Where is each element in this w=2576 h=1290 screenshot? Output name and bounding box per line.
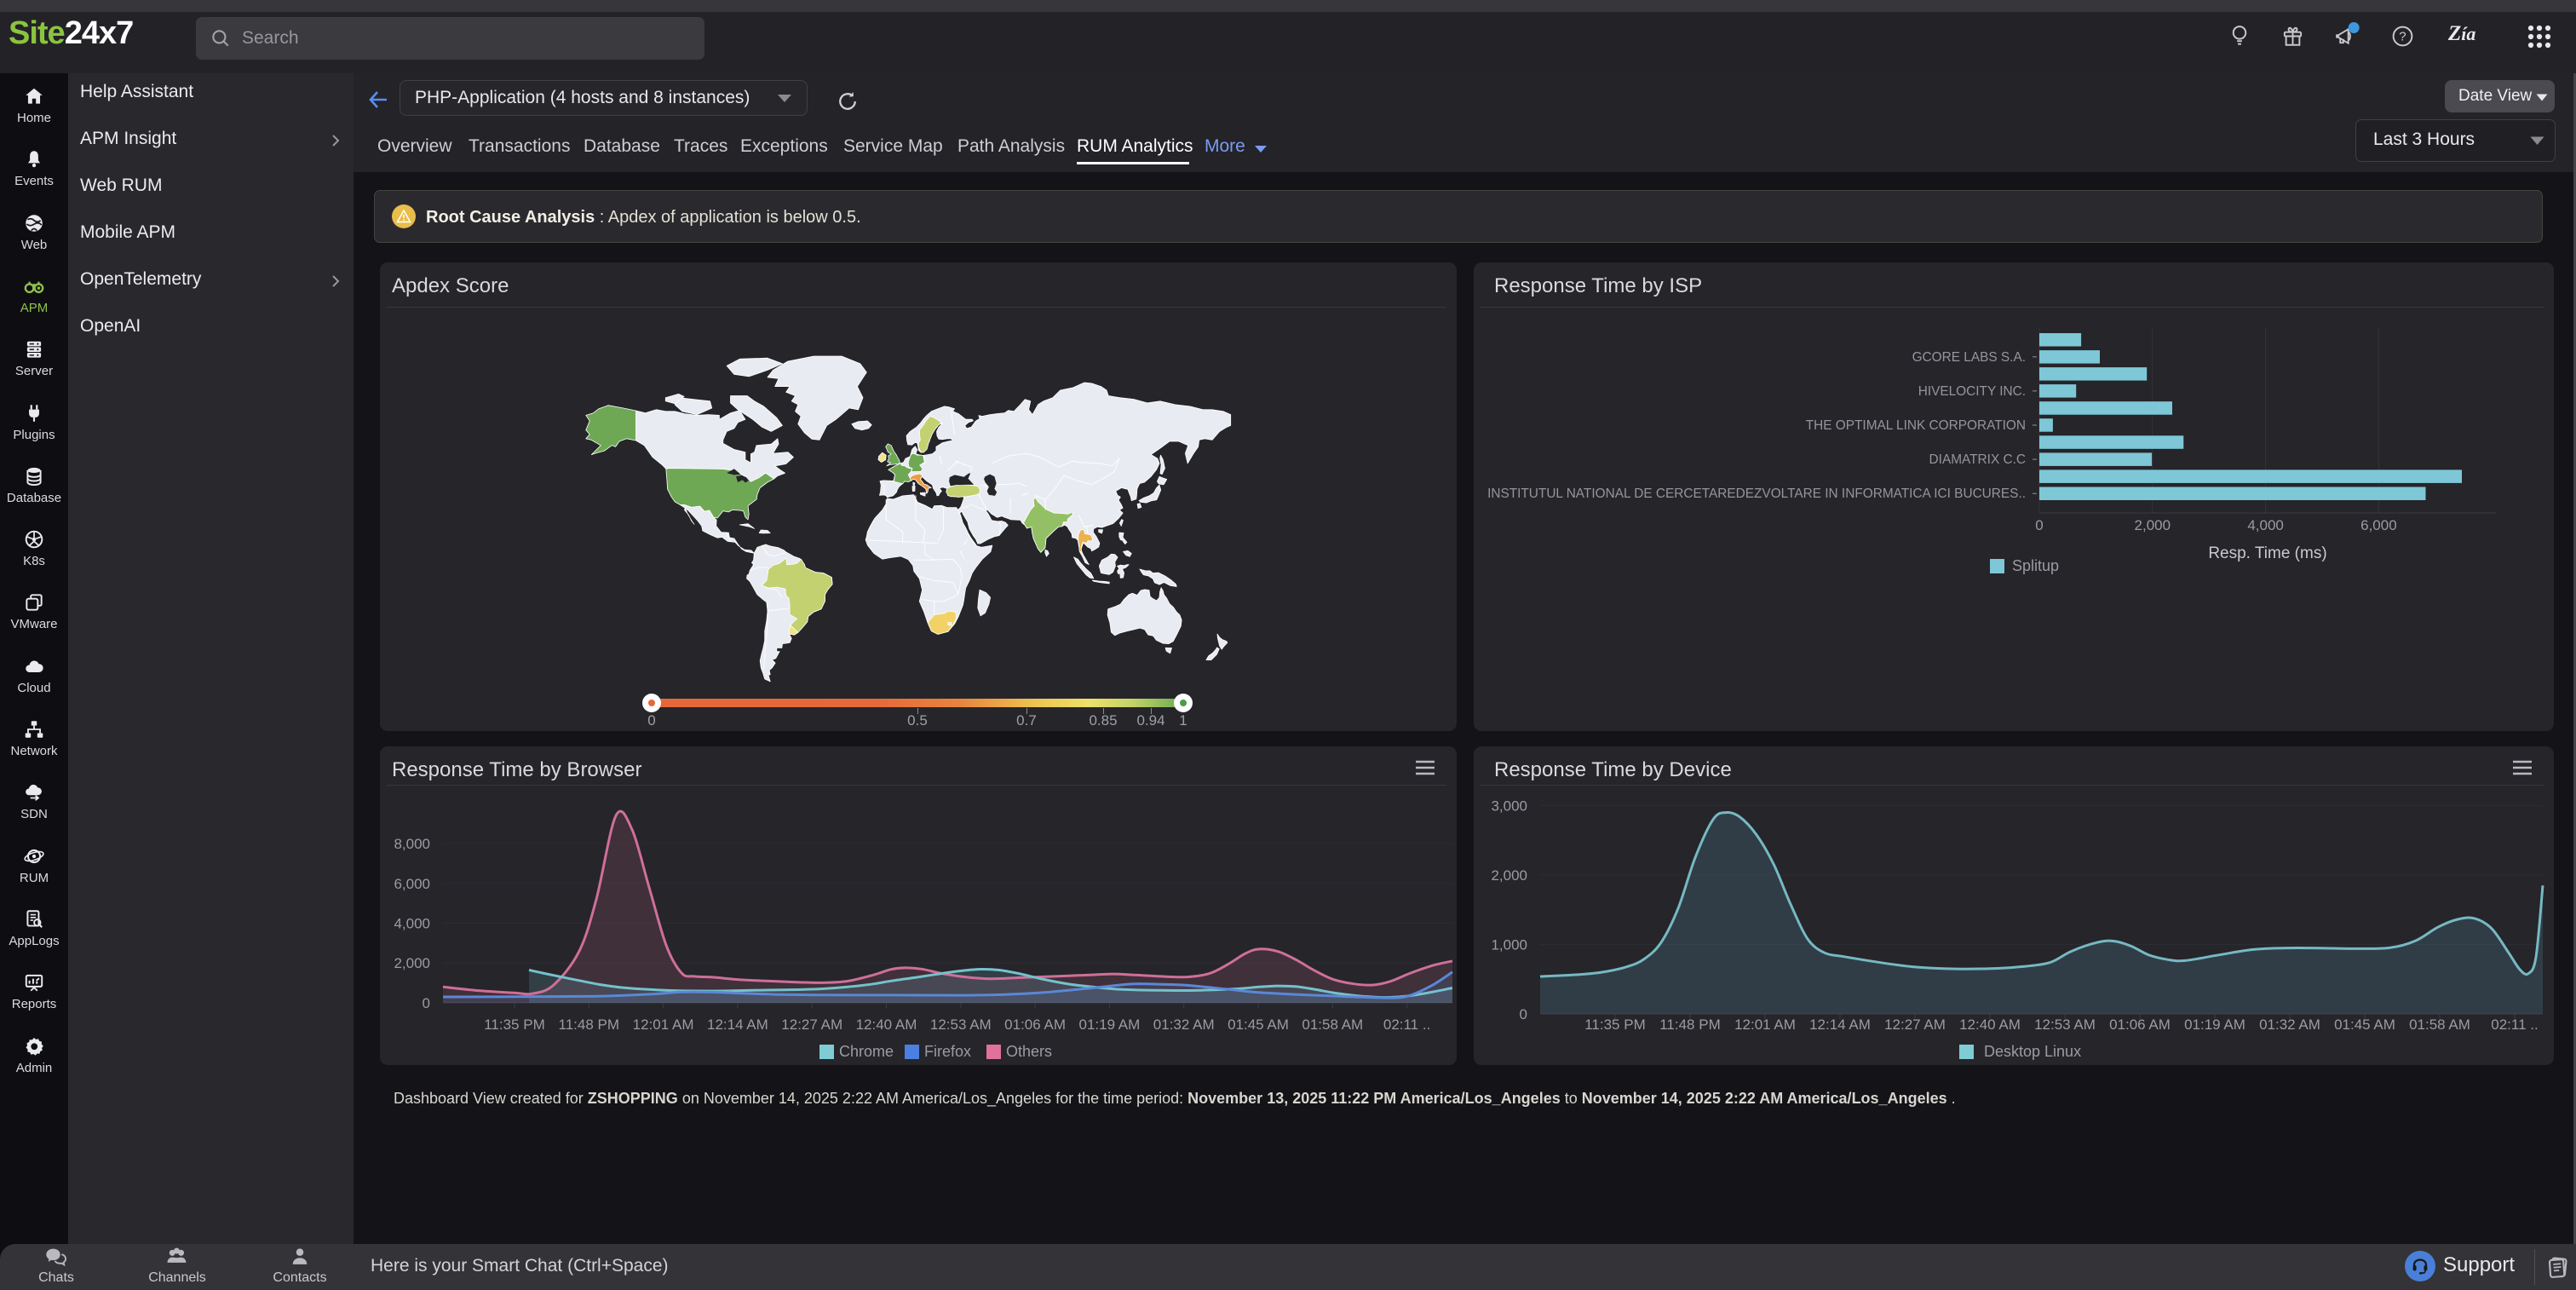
svg-text:11:48 PM: 11:48 PM xyxy=(1659,1016,1721,1033)
svg-text:01:32 AM: 01:32 AM xyxy=(2259,1016,2320,1033)
svg-text:01:06 AM: 01:06 AM xyxy=(2109,1016,2171,1033)
svg-text:1,000: 1,000 xyxy=(1491,937,1527,953)
svg-text:01:19 AM: 01:19 AM xyxy=(2184,1016,2245,1033)
svg-text:12:27 AM: 12:27 AM xyxy=(1884,1016,1946,1033)
svg-text:11:35 PM: 11:35 PM xyxy=(1584,1016,1646,1033)
svg-text:01:58 AM: 01:58 AM xyxy=(2409,1016,2470,1033)
svg-text:01:45 AM: 01:45 AM xyxy=(2334,1016,2395,1033)
svg-text:02:11 ..: 02:11 .. xyxy=(2491,1016,2538,1033)
svg-text:Desktop Linux: Desktop Linux xyxy=(1984,1043,2081,1060)
svg-text:2,000: 2,000 xyxy=(1491,867,1527,884)
svg-text:12:14 AM: 12:14 AM xyxy=(1809,1016,1871,1033)
svg-text:12:53 AM: 12:53 AM xyxy=(2034,1016,2096,1033)
svg-text:12:40 AM: 12:40 AM xyxy=(1959,1016,2021,1033)
svg-text:0: 0 xyxy=(1520,1006,1527,1022)
svg-text:3,000: 3,000 xyxy=(1491,798,1527,815)
svg-text:12:01 AM: 12:01 AM xyxy=(1734,1016,1796,1033)
